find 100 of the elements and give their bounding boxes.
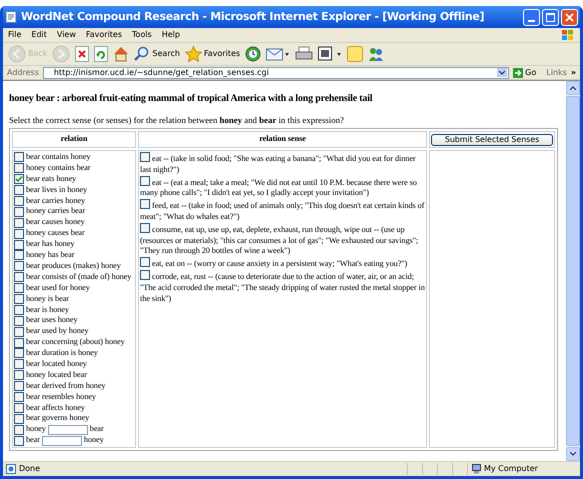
maximize-button[interactable] [542,8,559,26]
relation-label: bear eats honey [26,174,76,185]
minimize-icon [528,20,535,22]
sense-text: feed, eat -- (take in food; used of animals only; "This dog doesn't eat certain kinds of meat"; "What do whales eat?") [140,199,425,223]
checkbox[interactable] [14,152,24,162]
checkbox[interactable] [14,424,24,435]
relation-label: bear resembles honey [26,392,96,402]
toolbar-button[interactable] [295,46,314,62]
relation-label: honey carries bear [26,206,86,218]
more-chevron[interactable]: » [570,66,576,78]
checkbox[interactable] [14,174,24,184]
checkbox[interactable] [14,163,24,174]
relation-label: honey contains bear [26,162,90,174]
relation-label: bear governs honey [26,413,90,424]
checkbox[interactable] [14,283,24,294]
menu-item[interactable]: File [8,29,22,41]
checkbox[interactable] [140,270,150,280]
checkbox[interactable] [14,228,24,239]
relation-label: bear is honey [26,304,69,316]
relation-label: bear [90,424,104,436]
search-icon [134,46,150,62]
checkbox[interactable] [14,359,24,370]
toolbar-button[interactable] [245,46,262,62]
submit-button[interactable]: Submit Selected Senses [431,134,553,146]
checkbox[interactable] [14,370,24,380]
checkbox[interactable] [140,257,150,268]
checkbox[interactable] [14,402,24,413]
relation-label: bear [26,435,40,446]
close-icon [565,12,574,22]
relation-label: honey [26,424,46,436]
note-icon [347,46,364,62]
history-icon [245,46,262,62]
toolbar-button[interactable]: Search [134,46,180,62]
relation-label: honey is bear [26,294,69,304]
relation-label: honey has bear [26,250,74,261]
scroll-up-button[interactable] [566,81,580,95]
page-icon [6,464,16,474]
relation-label: bear duration is honey [26,348,98,359]
checkbox[interactable] [14,316,24,326]
down-caret-icon [570,452,576,456]
checkbox[interactable] [14,206,24,217]
go-button[interactable]: Go [513,66,536,78]
checkbox[interactable] [14,392,24,402]
menu-item[interactable]: Favorites [86,29,122,41]
toolbar-button[interactable]: Favorites [184,46,240,62]
relation-label: bear produces (makes) honey [26,260,121,272]
checkbox[interactable] [140,176,150,186]
address-label: Address [7,66,39,78]
sense-text: corrode, eat, rust -- (cause to deteriorate due to the action of water, air, or an acid; "The acid corroded the metal"; "The steady dripping of water rusted the metal stopper in the sink") [140,270,425,304]
checkbox[interactable] [140,199,150,210]
menu-item[interactable]: Edit [31,29,47,41]
zone-text: My Computer [484,463,538,475]
checkbox[interactable] [14,326,24,337]
checkbox[interactable] [140,152,150,162]
checkbox[interactable] [14,196,24,206]
checkbox[interactable] [14,250,24,260]
go-arrow-icon [513,68,524,78]
relation-label: bear located honey [26,358,87,370]
menu-item[interactable]: Help [162,29,180,41]
close-button[interactable] [561,8,578,26]
checkbox[interactable] [14,414,24,424]
relation-label: bear used by honey [26,326,88,338]
checkbox[interactable] [14,381,24,392]
column-header: relation sense [138,131,427,148]
minimize-button[interactable] [523,8,540,26]
checkbox[interactable] [14,348,24,358]
links-button[interactable]: Links [546,66,567,78]
star-icon [184,46,202,62]
relation-label: bear affects honey [26,402,85,414]
relation-input-field[interactable] [48,424,88,435]
checkbox[interactable] [14,240,24,250]
checkbox[interactable] [14,294,24,304]
document-icon [318,46,342,62]
maximize-icon [546,12,555,22]
checkbox[interactable] [14,338,24,348]
printer-icon [295,46,314,62]
computer-icon [472,464,481,474]
relation-label: bear has honey [26,239,74,250]
menu-item[interactable]: Tools [132,29,152,41]
relation-input-field[interactable] [42,436,82,446]
stop-icon [75,46,90,62]
checkbox[interactable] [14,261,24,272]
toolbar-button[interactable] [318,46,342,62]
menu-item[interactable]: View [56,29,76,41]
column-header: relation [12,131,136,148]
checkbox[interactable] [14,436,24,446]
sense-text: consume, eat up, use up, eat, deplete, exhaust, run through, wipe out -- (use up (resources or materials); "this car consumes a lot of gas"; "We exhausted our savings"; "They run through 20 bottles of wine a week") [140,222,420,258]
relation-label: bear uses honey [26,315,78,326]
page-icon [5,11,17,23]
relation-label: bear contains honey [26,152,90,163]
checkbox[interactable] [140,222,150,233]
relation-label: honey causes bear [26,228,85,240]
checkbox[interactable] [14,218,24,228]
checkbox[interactable] [14,272,24,282]
people-icon [368,46,384,62]
checkbox[interactable] [14,185,24,196]
scroll-down-button[interactable] [566,447,580,461]
refresh-icon [94,46,108,62]
address-field[interactable]: http://inismor.ucd.ie/~sdunne/get_relation_senses.cgi [42,66,510,78]
checkbox[interactable] [14,304,24,315]
